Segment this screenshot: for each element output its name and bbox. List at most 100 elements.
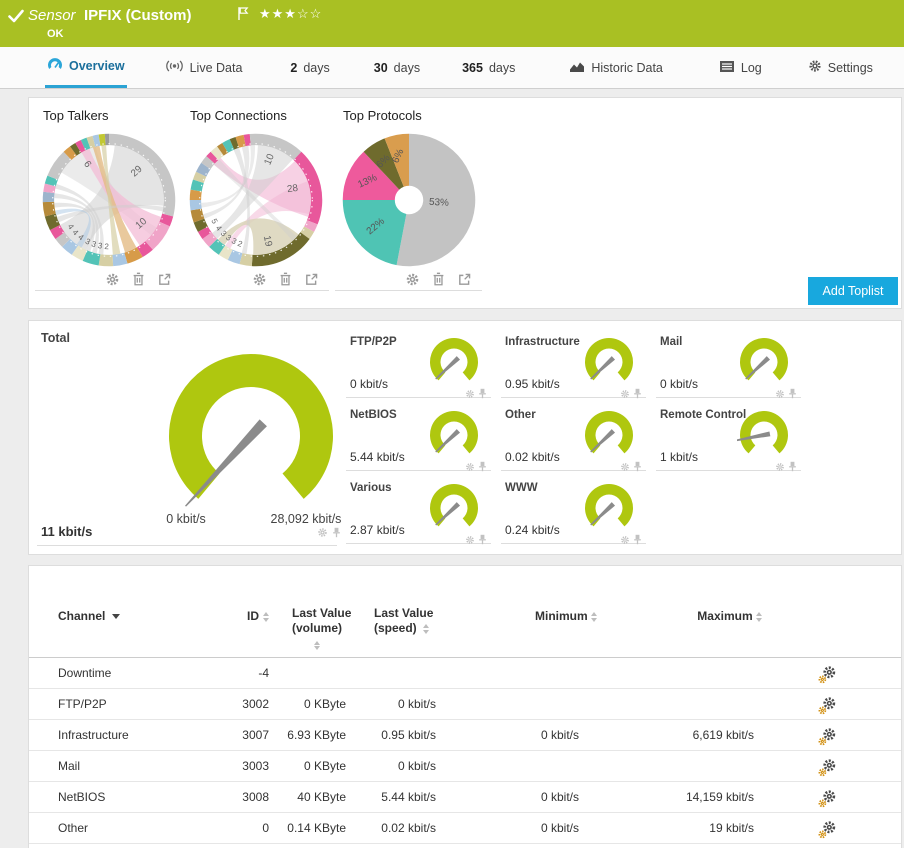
tab-live-data[interactable]: Live Data (163, 47, 245, 88)
gauge-gear-icon[interactable] (775, 462, 785, 472)
gauge-icon (47, 58, 63, 74)
gauge-gear-icon[interactable] (317, 527, 328, 538)
gauge-gear-icon[interactable] (775, 389, 785, 399)
tab-log[interactable]: Log (717, 47, 764, 88)
channel-settings-icon[interactable] (818, 789, 836, 808)
gauge-cell-various: Various 2.87 kbit/s (346, 475, 491, 545)
open-toplist-icon[interactable] (457, 272, 472, 287)
gauge-pin-icon[interactable] (788, 388, 797, 399)
svg-text:2: 2 (104, 242, 109, 251)
channel-id: 3003 (242, 759, 269, 773)
channels-table-header: Channel ID Last Value (volume) Last Valu… (29, 566, 901, 658)
tab-30-days[interactable]: 30 days (372, 47, 422, 88)
channel-last-value-speed: 0.02 kbit/s (381, 821, 436, 835)
delete-toplist-icon[interactable] (278, 271, 293, 287)
delete-toplist-icon[interactable] (431, 271, 446, 287)
tab-365-days[interactable]: 365 days (460, 47, 517, 88)
gauge-cell-value: 0.02 kbit/s (505, 450, 560, 464)
gauge-gear-icon[interactable] (465, 462, 475, 472)
gauge-cell-infrastructure: Infrastructure 0.95 kbit/s (501, 329, 646, 399)
divider (37, 545, 337, 546)
gauge-cell-label: WWW (505, 482, 538, 494)
gauge-gear-icon[interactable] (620, 389, 630, 399)
gauge-cell-ftp-p2p: FTP/P2P 0 kbit/s (346, 329, 491, 399)
table-row-ftp-p2p: FTP/P2P 3002 0 KByte 0 kbit/s (29, 689, 901, 720)
gauge-gear-icon[interactable] (620, 535, 630, 545)
toplist-top-connections: Top Connections 10 28 19 2 3 3 3 4 5 (182, 108, 329, 291)
gauge-cell-remote-control: Remote Control 1 kbit/s (656, 402, 801, 472)
total-gauge-value: 11 kbit/s (41, 524, 93, 539)
gauge-pin-icon[interactable] (633, 461, 642, 472)
tab-historic-data[interactable]: Historic Data (567, 47, 665, 88)
tab-2-days[interactable]: 2 days (288, 47, 331, 88)
flag-icon[interactable] (237, 6, 249, 26)
gauge-gear-icon[interactable] (465, 535, 475, 545)
channel-last-value-volume: 0 KByte (303, 759, 346, 773)
channel-minimum: 0 kbit/s (540, 790, 579, 804)
gauge-pin-icon[interactable] (788, 461, 797, 472)
gauge-cell-label: Remote Control (660, 409, 747, 421)
edit-toplist-icon[interactable] (105, 272, 120, 287)
gauge-cell-value: 0 kbit/s (350, 377, 389, 391)
channel-settings-icon[interactable] (818, 727, 836, 746)
open-toplist-icon[interactable] (157, 272, 172, 287)
channel-last-value-speed: 0 kbit/s (397, 759, 436, 773)
top-connections-chord-chart[interactable]: 10 28 19 2 3 3 3 4 5 (185, 129, 327, 271)
channel-minimum: 0 kbit/s (540, 728, 579, 742)
gauge-cell-label: Mail (660, 336, 683, 348)
channel-name: NetBIOS (58, 790, 106, 804)
channel-settings-icon[interactable] (818, 758, 836, 777)
toplist-top-protocols: Top Protocols 53% 22% 13% 6% 6% (335, 108, 482, 291)
gauge-cell-label: NetBIOS (350, 409, 397, 421)
total-gauge-label: Total (41, 331, 70, 345)
gauge-cell-dial (582, 336, 636, 391)
gauge-gear-icon[interactable] (620, 462, 630, 472)
gauge-cell-value: 0.24 kbit/s (505, 523, 560, 537)
column-header-minimum[interactable]: Minimum (479, 609, 597, 623)
gauge-pin-icon[interactable] (633, 388, 642, 399)
gauge-cell-dial (427, 409, 481, 464)
total-scale-min: 0 kbit/s (166, 512, 206, 526)
channel-settings-icon[interactable] (818, 665, 836, 684)
column-header-maximum[interactable]: Maximum (634, 609, 762, 623)
total-gauge (156, 344, 346, 521)
sort-arrows-icon (591, 612, 597, 622)
sort-arrows-icon (422, 624, 429, 634)
gauge-cell-value: 5.44 kbit/s (350, 450, 405, 464)
gauge-pin-icon[interactable] (332, 527, 341, 538)
top-talkers-chord-chart[interactable]: 29 10 6 2 3 3 3 4 4 4 (38, 129, 180, 271)
column-header-channel[interactable]: Channel (58, 609, 121, 623)
gauge-pin-icon[interactable] (478, 388, 487, 399)
table-row-other: Other 0 0.14 KByte 0.02 kbit/s 0 kbit/s 19 kb… (29, 813, 901, 844)
channel-settings-icon[interactable] (818, 820, 836, 839)
gauge-cell-dial (582, 409, 636, 464)
gauge-gear-icon[interactable] (465, 389, 475, 399)
gauge-pin-icon[interactable] (478, 461, 487, 472)
add-toplist-button[interactable]: Add Toplist (808, 277, 898, 305)
top-protocols-pie-chart[interactable]: 53% 22% 13% 6% 6% (338, 129, 480, 271)
channel-name: Other (58, 821, 89, 835)
gauge-cell-dial (737, 336, 791, 391)
svg-text:53%: 53% (428, 197, 449, 209)
column-header-id[interactable]: ID (169, 609, 269, 623)
edit-toplist-icon[interactable] (252, 272, 267, 287)
tab-settings[interactable]: Settings (806, 47, 875, 88)
column-header-last-value-volume[interactable]: Last Value (volume) (292, 606, 351, 651)
sort-arrows-icon (314, 640, 320, 651)
sensor-status-text: OK (47, 28, 64, 40)
gauge-pin-icon[interactable] (478, 534, 487, 545)
gauge-pin-icon[interactable] (633, 534, 642, 545)
tab-overview[interactable]: Overview (45, 47, 127, 88)
edit-toplist-icon[interactable] (405, 272, 420, 287)
channel-settings-icon[interactable] (818, 696, 836, 715)
channel-id: -4 (258, 666, 269, 680)
delete-toplist-icon[interactable] (131, 271, 146, 287)
rating-stars[interactable]: ★★★☆☆ (259, 6, 322, 22)
gauge-cell-dial (427, 336, 481, 391)
table-row-mail: Mail 3003 0 KByte 0 kbit/s (29, 751, 901, 782)
channel-maximum: 6,619 kbit/s (692, 728, 754, 742)
open-toplist-icon[interactable] (304, 272, 319, 287)
column-header-last-value-speed[interactable]: Last Value (speed) (374, 606, 433, 636)
channel-last-value-volume: 40 KByte (297, 790, 346, 804)
toplist-title: Top Connections (190, 108, 287, 123)
